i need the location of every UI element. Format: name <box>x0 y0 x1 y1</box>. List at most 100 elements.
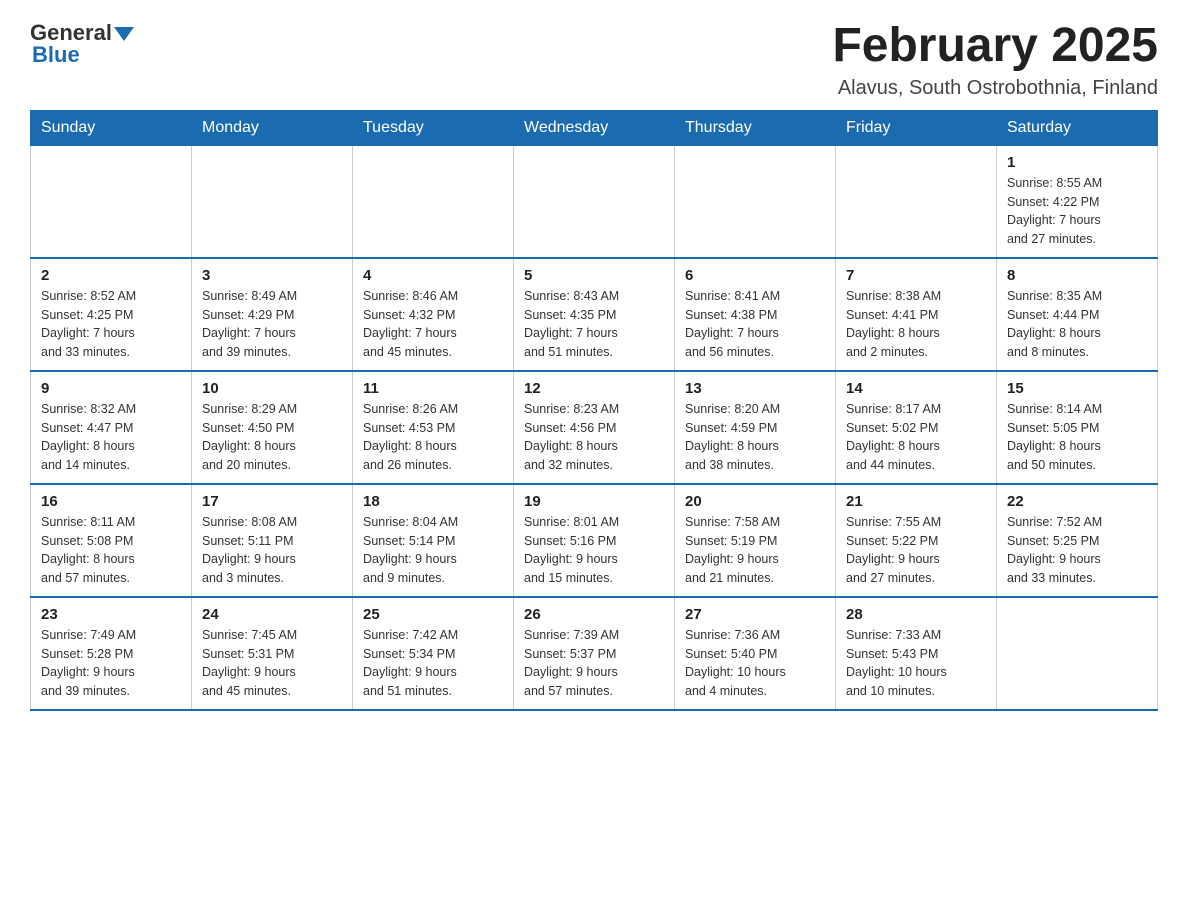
calendar-cell: 17Sunrise: 8:08 AMSunset: 5:11 PMDayligh… <box>192 484 353 597</box>
calendar-cell: 12 Sunrise: 8:23 AMSunset: 4:56 PMDayligh… <box>514 371 675 484</box>
calendar-title: February 2025 <box>832 20 1158 73</box>
calendar-cell <box>192 145 353 258</box>
day-info: Sunrise: 7:49 AMSunset: 5:28 PMDaylight:… <box>41 626 181 701</box>
day-info: Sunrise: 8:08 AMSunset: 5:11 PMDaylight:… <box>202 513 342 588</box>
calendar-week-row: 2 Sunrise: 8:52 AMSunset: 4:25 PMDaylight… <box>31 258 1158 371</box>
day-info: Sunrise: 8:43 AMSunset: 4:35 PMDaylight:… <box>524 287 664 362</box>
weekday-header-wednesday: Wednesday <box>514 110 675 145</box>
day-number: 22 <box>1007 493 1147 510</box>
calendar-cell: 8 Sunrise: 8:35 AMSunset: 4:44 PMDaylight… <box>997 258 1158 371</box>
calendar-cell: 21 Sunrise: 7:55 AMSunset: 5:22 PMDayligh… <box>836 484 997 597</box>
calendar-cell: 16Sunrise: 8:11 AMSunset: 5:08 PMDayligh… <box>31 484 192 597</box>
weekday-header-sunday: Sunday <box>31 110 192 145</box>
day-info: Sunrise: 8:32 AMSunset: 4:47 PMDaylight:… <box>41 400 181 475</box>
calendar-cell: 10Sunrise: 8:29 AMSunset: 4:50 PMDayligh… <box>192 371 353 484</box>
day-number: 1 <box>1007 154 1147 171</box>
day-number: 4 <box>363 267 503 284</box>
day-info: Sunrise: 8:41 AMSunset: 4:38 PMDaylight:… <box>685 287 825 362</box>
day-number: 16 <box>41 493 181 510</box>
page-header: General Blue February 2025 Alavus, South… <box>30 20 1158 100</box>
calendar-week-row: 16Sunrise: 8:11 AMSunset: 5:08 PMDayligh… <box>31 484 1158 597</box>
calendar-cell: 20 Sunrise: 7:58 AMSunset: 5:19 PMDayligh… <box>675 484 836 597</box>
calendar-cell: 9 Sunrise: 8:32 AMSunset: 4:47 PMDaylight… <box>31 371 192 484</box>
weekday-header-row: SundayMondayTuesdayWednesdayThursdayFrid… <box>31 110 1158 145</box>
calendar-header: SundayMondayTuesdayWednesdayThursdayFrid… <box>31 110 1158 145</box>
day-number: 3 <box>202 267 342 284</box>
calendar-cell <box>997 597 1158 710</box>
day-number: 13 <box>685 380 825 397</box>
weekday-header-saturday: Saturday <box>997 110 1158 145</box>
weekday-header-tuesday: Tuesday <box>353 110 514 145</box>
day-info: Sunrise: 7:55 AMSunset: 5:22 PMDaylight:… <box>846 513 986 588</box>
day-info: Sunrise: 8:52 AMSunset: 4:25 PMDaylight:… <box>41 287 181 362</box>
calendar-cell: 28 Sunrise: 7:33 AMSunset: 5:43 PMDayligh… <box>836 597 997 710</box>
calendar-cell: 14 Sunrise: 8:17 AMSunset: 5:02 PMDayligh… <box>836 371 997 484</box>
calendar-cell: 13Sunrise: 8:20 AMSunset: 4:59 PMDayligh… <box>675 371 836 484</box>
calendar-cell <box>31 145 192 258</box>
day-number: 28 <box>846 606 986 623</box>
day-info: Sunrise: 8:14 AMSunset: 5:05 PMDaylight:… <box>1007 400 1147 475</box>
day-number: 19 <box>524 493 664 510</box>
day-number: 15 <box>1007 380 1147 397</box>
day-info: Sunrise: 7:45 AMSunset: 5:31 PMDaylight:… <box>202 626 342 701</box>
calendar-table: SundayMondayTuesdayWednesdayThursdayFrid… <box>30 110 1158 711</box>
calendar-body: 1 Sunrise: 8:55 AMSunset: 4:22 PMDaylight… <box>31 145 1158 710</box>
logo-blue-text: Blue <box>32 42 80 68</box>
day-info: Sunrise: 8:55 AMSunset: 4:22 PMDaylight:… <box>1007 174 1147 249</box>
day-info: Sunrise: 8:17 AMSunset: 5:02 PMDaylight:… <box>846 400 986 475</box>
day-info: Sunrise: 8:01 AMSunset: 5:16 PMDaylight:… <box>524 513 664 588</box>
day-number: 9 <box>41 380 181 397</box>
day-number: 10 <box>202 380 342 397</box>
calendar-cell: 4 Sunrise: 8:46 AMSunset: 4:32 PMDaylight… <box>353 258 514 371</box>
calendar-cell <box>836 145 997 258</box>
calendar-cell: 23Sunrise: 7:49 AMSunset: 5:28 PMDayligh… <box>31 597 192 710</box>
day-number: 20 <box>685 493 825 510</box>
day-number: 12 <box>524 380 664 397</box>
day-number: 18 <box>363 493 503 510</box>
calendar-cell: 2 Sunrise: 8:52 AMSunset: 4:25 PMDaylight… <box>31 258 192 371</box>
calendar-cell: 6 Sunrise: 8:41 AMSunset: 4:38 PMDaylight… <box>675 258 836 371</box>
day-info: Sunrise: 7:36 AMSunset: 5:40 PMDaylight:… <box>685 626 825 701</box>
day-number: 25 <box>363 606 503 623</box>
logo-arrow-icon <box>114 27 134 41</box>
day-info: Sunrise: 8:46 AMSunset: 4:32 PMDaylight:… <box>363 287 503 362</box>
day-info: Sunrise: 8:23 AMSunset: 4:56 PMDaylight:… <box>524 400 664 475</box>
day-number: 14 <box>846 380 986 397</box>
calendar-cell: 25 Sunrise: 7:42 AMSunset: 5:34 PMDayligh… <box>353 597 514 710</box>
calendar-week-row: 1 Sunrise: 8:55 AMSunset: 4:22 PMDaylight… <box>31 145 1158 258</box>
calendar-cell: 5 Sunrise: 8:43 AMSunset: 4:35 PMDaylight… <box>514 258 675 371</box>
day-number: 6 <box>685 267 825 284</box>
day-info: Sunrise: 8:49 AMSunset: 4:29 PMDaylight:… <box>202 287 342 362</box>
weekday-header-thursday: Thursday <box>675 110 836 145</box>
day-number: 8 <box>1007 267 1147 284</box>
calendar-cell <box>353 145 514 258</box>
calendar-cell: 1 Sunrise: 8:55 AMSunset: 4:22 PMDaylight… <box>997 145 1158 258</box>
day-number: 5 <box>524 267 664 284</box>
weekday-header-monday: Monday <box>192 110 353 145</box>
calendar-cell: 18 Sunrise: 8:04 AMSunset: 5:14 PMDayligh… <box>353 484 514 597</box>
calendar-cell: 3 Sunrise: 8:49 AMSunset: 4:29 PMDaylight… <box>192 258 353 371</box>
day-info: Sunrise: 8:04 AMSunset: 5:14 PMDaylight:… <box>363 513 503 588</box>
day-info: Sunrise: 7:42 AMSunset: 5:34 PMDaylight:… <box>363 626 503 701</box>
calendar-week-row: 23Sunrise: 7:49 AMSunset: 5:28 PMDayligh… <box>31 597 1158 710</box>
logo: General Blue <box>30 20 134 68</box>
day-info: Sunrise: 8:26 AMSunset: 4:53 PMDaylight:… <box>363 400 503 475</box>
day-number: 26 <box>524 606 664 623</box>
calendar-cell: 11Sunrise: 8:26 AMSunset: 4:53 PMDayligh… <box>353 371 514 484</box>
day-info: Sunrise: 8:35 AMSunset: 4:44 PMDaylight:… <box>1007 287 1147 362</box>
calendar-cell: 24 Sunrise: 7:45 AMSunset: 5:31 PMDayligh… <box>192 597 353 710</box>
calendar-cell <box>675 145 836 258</box>
day-number: 2 <box>41 267 181 284</box>
day-info: Sunrise: 7:58 AMSunset: 5:19 PMDaylight:… <box>685 513 825 588</box>
day-info: Sunrise: 7:33 AMSunset: 5:43 PMDaylight:… <box>846 626 986 701</box>
day-info: Sunrise: 8:38 AMSunset: 4:41 PMDaylight:… <box>846 287 986 362</box>
calendar-cell: 7Sunrise: 8:38 AMSunset: 4:41 PMDaylight… <box>836 258 997 371</box>
calendar-cell <box>514 145 675 258</box>
calendar-cell: 15 Sunrise: 8:14 AMSunset: 5:05 PMDayligh… <box>997 371 1158 484</box>
day-info: Sunrise: 7:52 AMSunset: 5:25 PMDaylight:… <box>1007 513 1147 588</box>
calendar-cell: 26Sunrise: 7:39 AMSunset: 5:37 PMDayligh… <box>514 597 675 710</box>
calendar-cell: 22 Sunrise: 7:52 AMSunset: 5:25 PMDayligh… <box>997 484 1158 597</box>
day-number: 24 <box>202 606 342 623</box>
day-number: 21 <box>846 493 986 510</box>
day-number: 27 <box>685 606 825 623</box>
